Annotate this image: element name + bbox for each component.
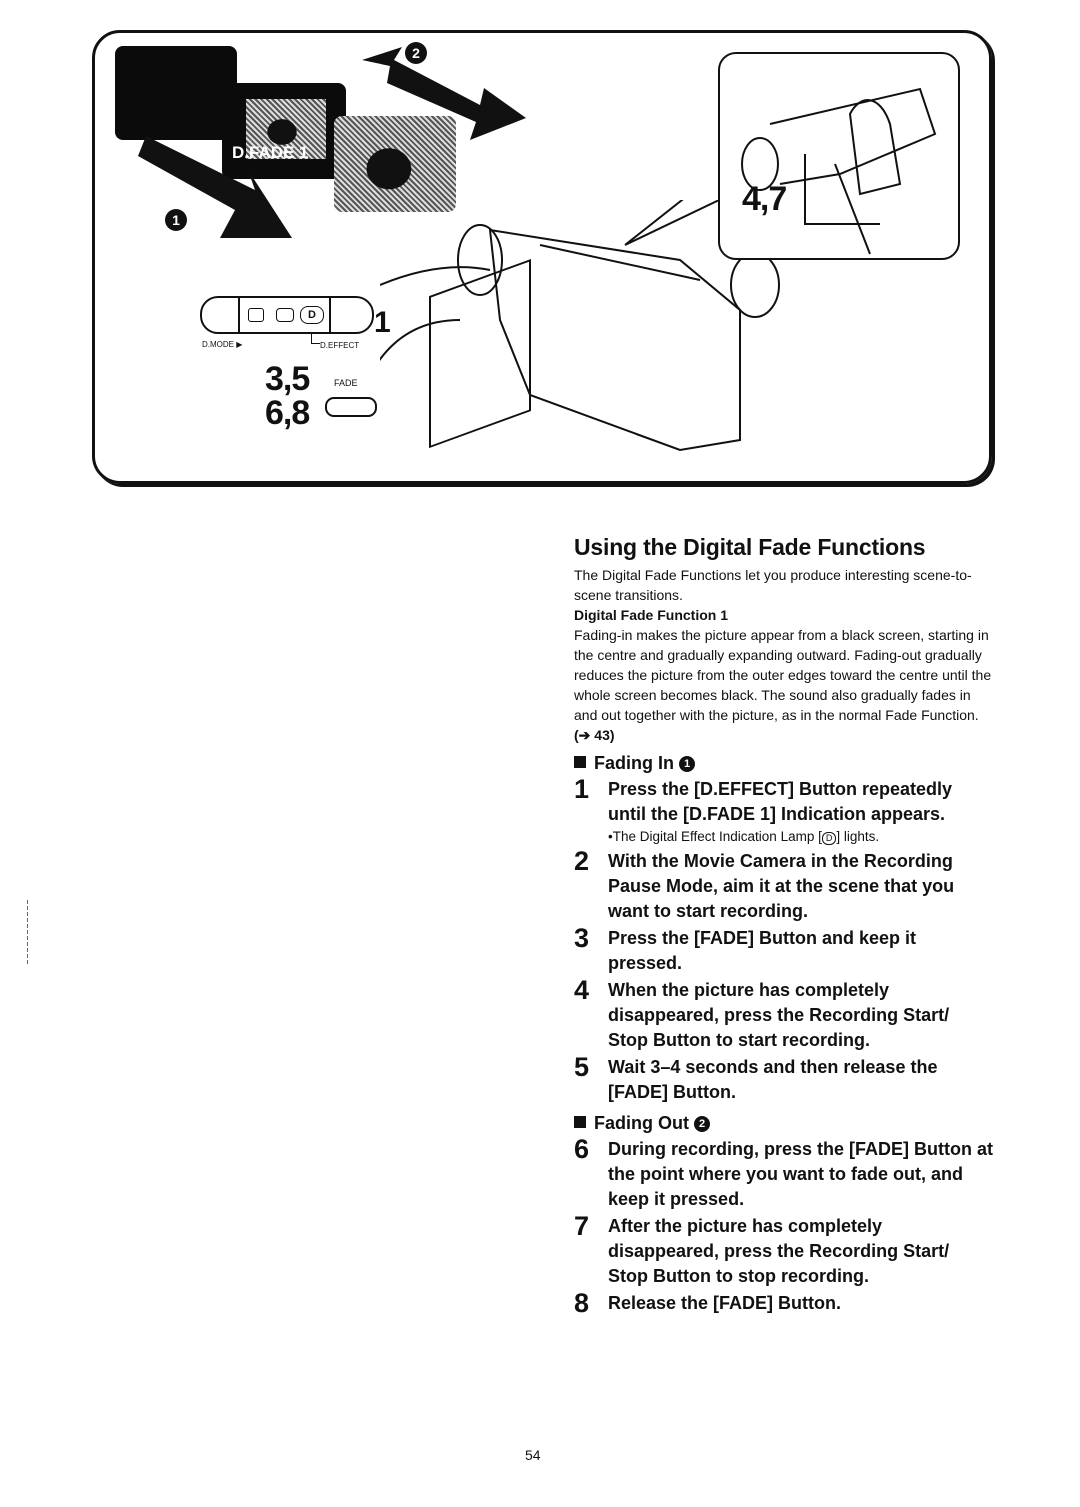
d-effect-lamp-icon: D	[300, 306, 324, 324]
fade-in-arrow-icon	[138, 136, 292, 238]
step-item: 8 Release the [FADE] Button.	[574, 1288, 994, 1318]
step-number: 8	[574, 1288, 590, 1318]
description-text: Fading-in makes the picture appear from …	[574, 627, 992, 723]
note-text: ] lights.	[836, 829, 880, 844]
panel-divider	[329, 298, 331, 332]
step-number: 6	[574, 1134, 590, 1164]
step-text: With the Movie Camera in the Recording P…	[608, 851, 955, 921]
fade-button-label: FADE	[334, 378, 358, 388]
hand-on-camera-illustration	[741, 87, 937, 255]
step-note: •The Digital Effect Indication Lamp [D] …	[608, 827, 994, 847]
fade-out-marker-icon: 2	[694, 1116, 710, 1133]
fading-in-heading-text: Fading In	[594, 753, 674, 773]
step-number: 1	[574, 774, 590, 804]
step-number: 3	[574, 923, 590, 953]
page-reference-link[interactable]: (➔ 43)	[574, 727, 615, 743]
control-panel-graphic: D	[200, 296, 374, 334]
page-number: 54	[525, 1447, 541, 1463]
bullet-square-icon	[574, 756, 586, 768]
intro-paragraph: The Digital Fade Functions let you produ…	[574, 567, 972, 603]
step-number: 7	[574, 1211, 590, 1241]
margin-mark	[27, 900, 28, 966]
step-text: After the picture has completely disappe…	[608, 1216, 950, 1286]
bullet-square-icon	[574, 1116, 586, 1128]
viewfinder-eyecup	[730, 252, 780, 318]
step-number: 2	[574, 846, 590, 876]
fade-in-marker: 1	[165, 209, 187, 231]
step-item: 1 Press the [D.EFFECT] Button repeatedly…	[574, 774, 994, 847]
fading-out-heading-text: Fading Out	[594, 1113, 689, 1133]
fade-steps-bottom-label: 6,8	[265, 394, 310, 432]
d-mode-label: D.MODE ▶	[202, 340, 243, 349]
step-text: During recording, press the [FADE] Butto…	[608, 1139, 994, 1209]
description-paragraph: Fading-in makes the picture appear from …	[574, 625, 994, 745]
screen-mode-icon	[276, 308, 294, 322]
step-text: Press the [FADE] Button and keep it pres…	[608, 928, 917, 973]
fade-out-arrow-icon	[362, 47, 526, 140]
step-item: 4 When the picture has completely disapp…	[574, 975, 994, 1053]
step-item: 3 Press the [FADE] Button and keep it pr…	[574, 923, 994, 976]
subheading: Digital Fade Function 1	[574, 607, 729, 623]
step-item: 6 During recording, press the [FADE] But…	[574, 1134, 994, 1212]
leader-line	[380, 319, 461, 362]
note-text: •The Digital Effect Indication Lamp [	[608, 829, 822, 844]
hand-inset-frame: 4,7	[718, 52, 960, 260]
step-item: 5 Wait 3–4 seconds and then release the …	[574, 1052, 994, 1105]
fading-out-heading: Fading Out 2	[574, 1111, 994, 1135]
step-text: Release the [FADE] Button.	[608, 1293, 842, 1313]
instructions-column: Using the Digital Fade Functions The Dig…	[574, 534, 994, 1318]
fade-in-marker-icon: 1	[679, 756, 696, 773]
step-text: When the picture has completely disappea…	[608, 980, 950, 1050]
d-effect-label: D.EFFECT	[320, 341, 360, 350]
section-title: Using the Digital Fade Functions	[574, 534, 926, 560]
leader-line	[380, 266, 491, 286]
step-text: Press the [D.EFFECT] Button repeatedly u…	[608, 777, 994, 847]
lcd-panel	[429, 259, 531, 449]
fade-button-graphic	[325, 397, 377, 417]
d-effect-leader-line	[311, 333, 320, 344]
fade-out-marker: 2	[405, 42, 427, 64]
step-text: Wait 3–4 seconds and then release the [F…	[608, 1057, 938, 1102]
step-item: 2 With the Movie Camera in the Recording…	[574, 846, 994, 924]
step-text-body: Press the [D.EFFECT] Button repeatedly u…	[608, 779, 953, 824]
step-number: 5	[574, 1052, 590, 1082]
inset-steps-label: 4,7	[742, 180, 787, 218]
fade-steps-top-label: 3,5	[265, 360, 310, 398]
portrait-mode-icon	[248, 308, 264, 322]
d-lamp-icon: D	[821, 832, 837, 845]
panel-divider	[238, 298, 240, 332]
step-item: 7 After the picture has completely disap…	[574, 1211, 994, 1289]
step-number: 4	[574, 975, 590, 1005]
camera-body	[488, 228, 741, 452]
fading-in-heading: Fading In 1	[574, 751, 994, 775]
